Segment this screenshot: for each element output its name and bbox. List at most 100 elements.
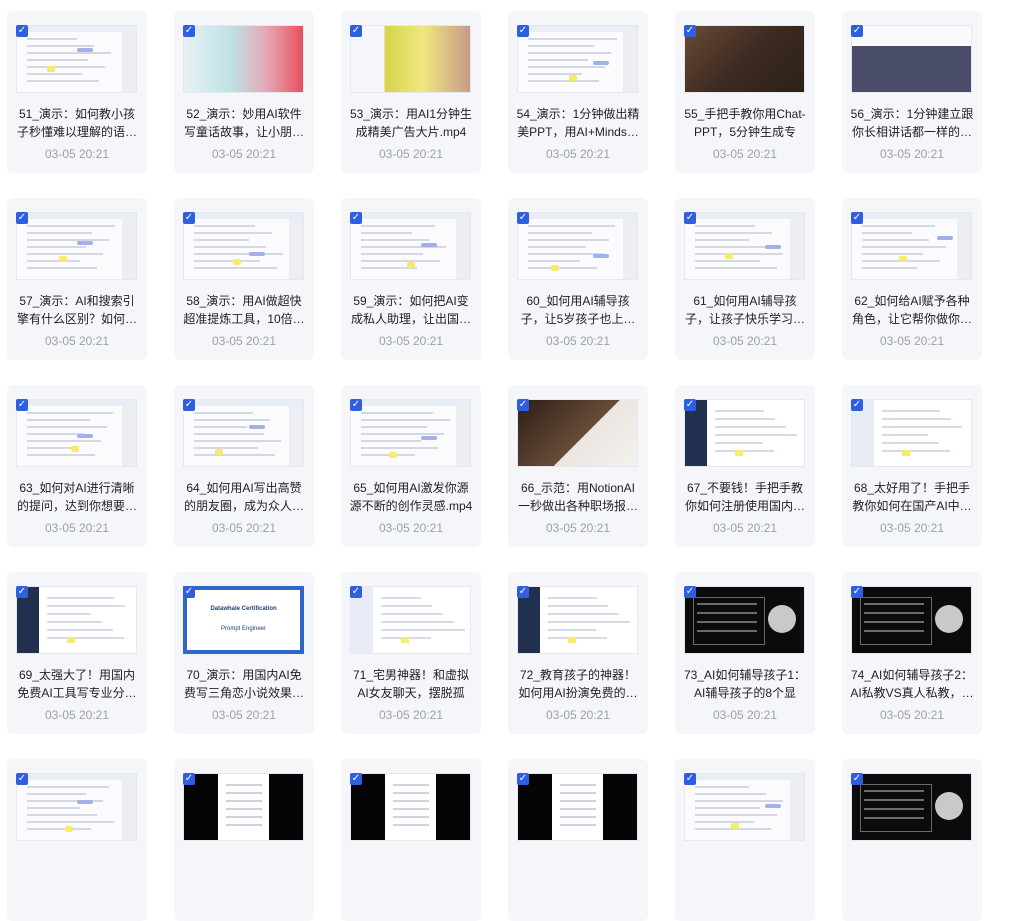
select-checkbox[interactable]: ✓ (350, 25, 362, 37)
video-thumbnail[interactable] (517, 212, 638, 280)
video-thumbnail[interactable] (16, 212, 137, 280)
file-card[interactable]: ✓ (842, 759, 982, 921)
file-card[interactable]: ✓ 52_演示：妙用AI软件写童话故事，让小朋… 03-05 20:21 (174, 11, 314, 173)
video-thumbnail[interactable] (684, 773, 805, 841)
video-thumbnail[interactable] (350, 212, 471, 280)
file-title[interactable]: 70_演示：用国内AI免费写三角恋小说效果… (182, 666, 306, 702)
select-checkbox[interactable]: ✓ (517, 586, 529, 598)
file-card[interactable]: ✓ 64_如何用AI写出高赞的朋友圈，成为众人… 03-05 20:21 (174, 385, 314, 547)
file-card[interactable]: ✓ 66_示范：用NotionAI一秒做出各种职场报… 03-05 20:21 (508, 385, 648, 547)
select-checkbox[interactable]: ✓ (851, 399, 863, 411)
select-checkbox[interactable]: ✓ (517, 399, 529, 411)
select-checkbox[interactable]: ✓ (851, 212, 863, 224)
file-title[interactable]: 61_如何用AI辅导孩子，让孩子快乐学习… (683, 292, 807, 328)
select-checkbox[interactable]: ✓ (517, 212, 529, 224)
video-thumbnail[interactable] (350, 586, 471, 654)
video-thumbnail[interactable] (851, 773, 972, 841)
file-card[interactable]: ✓ 56_演示：1分钟建立跟你长相讲话都一样的… 03-05 20:21 (842, 11, 982, 173)
file-title[interactable]: 74_AI如何辅导孩子2：AI私教VS真人私教，… (850, 666, 974, 702)
select-checkbox[interactable]: ✓ (16, 586, 28, 598)
file-title[interactable]: 56_演示：1分钟建立跟你长相讲话都一样的… (850, 105, 974, 141)
select-checkbox[interactable]: ✓ (183, 212, 195, 224)
select-checkbox[interactable]: ✓ (684, 399, 696, 411)
video-thumbnail[interactable] (851, 399, 972, 467)
file-card[interactable]: ✓ 54_演示：1分钟做出精美PPT，用AI+Minds… 03-05 20:21 (508, 11, 648, 173)
file-card[interactable]: ✓ (7, 759, 147, 921)
select-checkbox[interactable]: ✓ (350, 586, 362, 598)
select-checkbox[interactable]: ✓ (851, 25, 863, 37)
file-card[interactable]: ✓ 63_如何对AI进行清晰的提问，达到你想要… 03-05 20:21 (7, 385, 147, 547)
video-thumbnail[interactable] (183, 773, 304, 841)
file-card[interactable]: ✓ (508, 759, 648, 921)
select-checkbox[interactable]: ✓ (517, 773, 529, 785)
file-card[interactable]: ✓ 74_AI如何辅导孩子2：AI私教VS真人私教，… 03-05 20:21 (842, 572, 982, 734)
file-card[interactable]: Datawhale Certification Prompt Engineer ✓ 7… (174, 572, 314, 734)
file-card[interactable]: ✓ 51_演示：如何教小孩子秒懂难以理解的语… 03-05 20:21 (7, 11, 147, 173)
select-checkbox[interactable]: ✓ (517, 25, 529, 37)
file-title[interactable]: 63_如何对AI进行清晰的提问，达到你想要… (15, 479, 139, 515)
file-card[interactable]: ✓ (675, 759, 815, 921)
file-card[interactable]: ✓ 62_如何给AI赋予各种角色，让它帮你做你… 03-05 20:21 (842, 198, 982, 360)
file-title[interactable]: 51_演示：如何教小孩子秒懂难以理解的语… (15, 105, 139, 141)
select-checkbox[interactable]: ✓ (684, 25, 696, 37)
file-card[interactable]: ✓ (341, 759, 481, 921)
video-thumbnail[interactable] (350, 399, 471, 467)
video-thumbnail[interactable] (183, 25, 304, 93)
select-checkbox[interactable]: ✓ (350, 212, 362, 224)
file-card[interactable]: ✓ 57_演示：AI和搜索引擎有什么区别？如何… 03-05 20:21 (7, 198, 147, 360)
select-checkbox[interactable]: ✓ (183, 586, 195, 598)
video-thumbnail[interactable] (16, 399, 137, 467)
video-thumbnail[interactable] (16, 773, 137, 841)
file-title[interactable]: 68_太好用了！手把手教你如何在国产AI中… (850, 479, 974, 515)
video-thumbnail[interactable] (517, 586, 638, 654)
file-title[interactable]: 58_演示：用AI做超快超准提炼工具，10倍… (182, 292, 306, 328)
video-thumbnail[interactable] (16, 586, 137, 654)
select-checkbox[interactable]: ✓ (350, 773, 362, 785)
file-title[interactable]: 72_教育孩子的神器！如何用AI扮演免费的… (516, 666, 640, 702)
file-card[interactable]: ✓ 73_AI如何辅导孩子1：AI辅导孩子的8个显著… 03-05 20:21 (675, 572, 815, 734)
file-card[interactable]: ✓ 71_宅男神器！和虚拟AI女友聊天，摆脱孤独… 03-05 20:21 (341, 572, 481, 734)
video-thumbnail[interactable]: Datawhale Certification Prompt Engineer (183, 586, 304, 654)
file-title[interactable]: 73_AI如何辅导孩子1：AI辅导孩子的8个显著… (683, 666, 807, 702)
file-title[interactable]: 65_如何用AI激发你源源不断的创作灵感.mp4 (349, 479, 473, 515)
file-title[interactable]: 64_如何用AI写出高赞的朋友圈，成为众人… (182, 479, 306, 515)
select-checkbox[interactable]: ✓ (684, 212, 696, 224)
file-title[interactable]: 52_演示：妙用AI软件写童话故事，让小朋… (182, 105, 306, 141)
file-card[interactable]: ✓ 55_手把手教你用Chat-PPT，5分钟生成专业… 03-05 20:21 (675, 11, 815, 173)
file-card[interactable]: ✓ (174, 759, 314, 921)
file-title[interactable]: 53_演示：用AI1分钟生成精美广告大片.mp4 (349, 105, 473, 141)
file-card[interactable]: ✓ 65_如何用AI激发你源源不断的创作灵感.mp4 03-05 20:21 (341, 385, 481, 547)
file-title[interactable]: 57_演示：AI和搜索引擎有什么区别？如何… (15, 292, 139, 328)
file-title[interactable]: 71_宅男神器！和虚拟AI女友聊天，摆脱孤独… (349, 666, 473, 702)
file-title[interactable]: 55_手把手教你用Chat-PPT，5分钟生成专业… (683, 105, 807, 141)
file-title[interactable]: 67_不要钱！手把手教你如何注册使用国内… (683, 479, 807, 515)
video-thumbnail[interactable] (16, 25, 137, 93)
video-thumbnail[interactable] (183, 399, 304, 467)
select-checkbox[interactable]: ✓ (350, 399, 362, 411)
select-checkbox[interactable]: ✓ (851, 586, 863, 598)
video-thumbnail[interactable] (684, 399, 805, 467)
file-title[interactable]: 60_如何用AI辅导孩子，让5岁孩子也上… (516, 292, 640, 328)
file-card[interactable]: ✓ 61_如何用AI辅导孩子，让孩子快乐学习… 03-05 20:21 (675, 198, 815, 360)
video-thumbnail[interactable] (517, 773, 638, 841)
video-thumbnail[interactable] (350, 773, 471, 841)
select-checkbox[interactable]: ✓ (684, 773, 696, 785)
file-card[interactable]: ✓ 60_如何用AI辅导孩子，让5岁孩子也上… 03-05 20:21 (508, 198, 648, 360)
file-card[interactable]: ✓ 58_演示：用AI做超快超准提炼工具，10倍… 03-05 20:21 (174, 198, 314, 360)
file-title[interactable]: 54_演示：1分钟做出精美PPT，用AI+Minds… (516, 105, 640, 141)
file-card[interactable]: ✓ 53_演示：用AI1分钟生成精美广告大片.mp4 03-05 20:21 (341, 11, 481, 173)
file-card[interactable]: ✓ 72_教育孩子的神器！如何用AI扮演免费的… 03-05 20:21 (508, 572, 648, 734)
video-thumbnail[interactable] (183, 212, 304, 280)
video-thumbnail[interactable] (684, 25, 805, 93)
select-checkbox[interactable]: ✓ (16, 773, 28, 785)
file-card[interactable]: ✓ 59_演示：如何把AI变成私人助理，让出国… 03-05 20:21 (341, 198, 481, 360)
file-title[interactable]: 59_演示：如何把AI变成私人助理，让出国… (349, 292, 473, 328)
video-thumbnail[interactable] (517, 25, 638, 93)
select-checkbox[interactable]: ✓ (16, 399, 28, 411)
video-thumbnail[interactable] (350, 25, 471, 93)
file-title[interactable]: 62_如何给AI赋予各种角色，让它帮你做你… (850, 292, 974, 328)
video-thumbnail[interactable] (851, 586, 972, 654)
file-card[interactable]: ✓ 67_不要钱！手把手教你如何注册使用国内… 03-05 20:21 (675, 385, 815, 547)
select-checkbox[interactable]: ✓ (851, 773, 863, 785)
select-checkbox[interactable]: ✓ (16, 25, 28, 37)
